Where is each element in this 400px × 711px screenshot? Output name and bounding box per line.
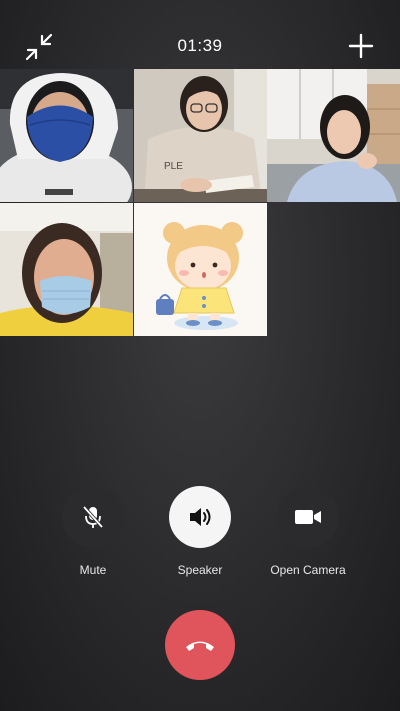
open-camera-button[interactable]	[277, 486, 339, 548]
participant-4-video[interactable]	[0, 203, 133, 336]
speaker-icon	[190, 508, 211, 526]
call-timer: 01:39	[177, 36, 223, 55]
camera-label: Open Camera	[270, 563, 346, 577]
participant-2-video[interactable]: PLE	[134, 69, 267, 202]
participant-3-video[interactable]	[267, 69, 400, 202]
hang-up-button[interactable]	[165, 610, 235, 680]
add-participant-icon[interactable]	[348, 33, 374, 59]
hang-up-icon	[186, 641, 214, 651]
video-camera-icon	[295, 510, 321, 524]
speaker-button[interactable]	[169, 486, 231, 548]
speaker-control: Speaker	[145, 486, 255, 577]
microphone-off-icon	[82, 505, 104, 529]
mute-control: Mute	[38, 486, 148, 577]
mute-button[interactable]	[62, 486, 124, 548]
svg-text:PLE: PLE	[164, 161, 183, 172]
participant-grid: PLE	[0, 69, 400, 336]
speaker-label: Speaker	[177, 563, 223, 577]
participant-1-video[interactable]	[0, 69, 133, 202]
call-controls: Mute Speaker Open Camera	[0, 486, 400, 586]
camera-control: Open Camera	[253, 486, 363, 577]
participant-5-avatar[interactable]	[134, 203, 267, 336]
mute-label: Mute	[79, 563, 107, 577]
